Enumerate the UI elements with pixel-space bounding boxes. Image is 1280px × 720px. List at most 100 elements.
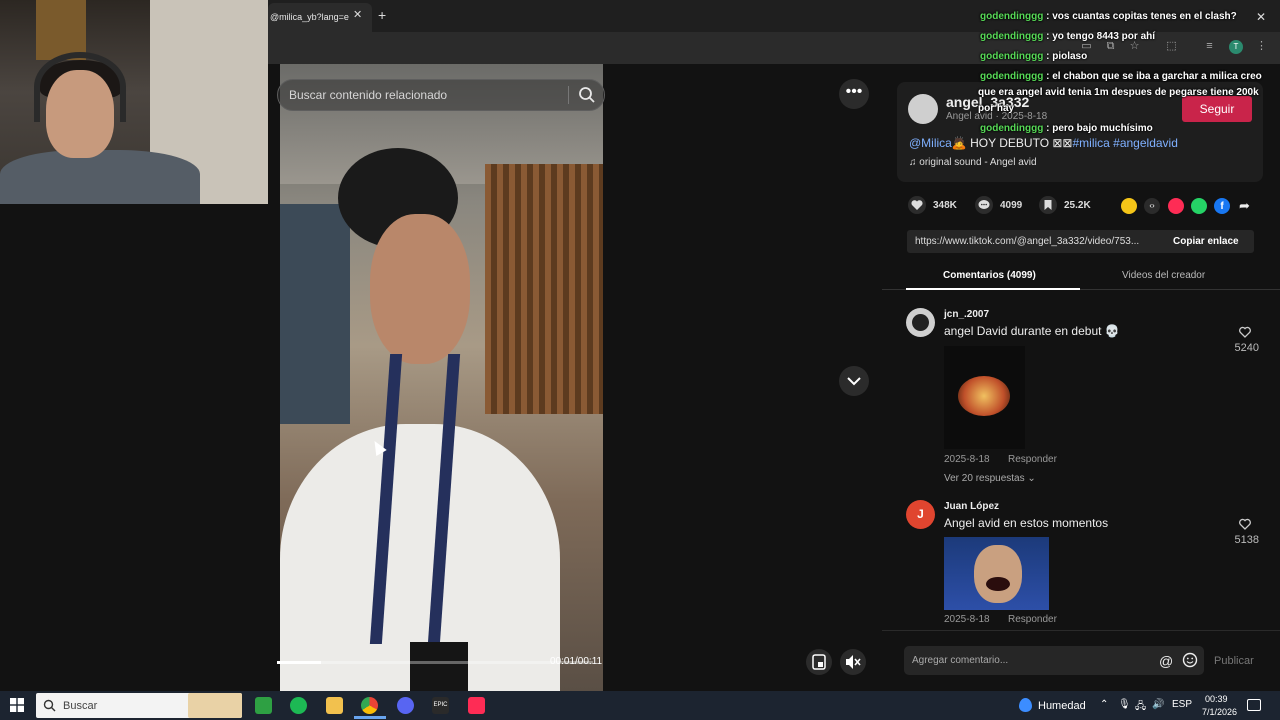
- video-caption: @Milica🙇 HOY DEBUTO ⊠⊠#milica #angeldavi…: [909, 136, 1178, 150]
- comment-like-icon[interactable]: [1238, 325, 1252, 339]
- video-progress-fill: [277, 661, 322, 664]
- save-count: 25.2K: [1064, 200, 1091, 211]
- more-options-button[interactable]: •••: [839, 79, 869, 109]
- search-icon[interactable]: [578, 86, 596, 104]
- comment-icon[interactable]: [975, 196, 993, 214]
- mute-button[interactable]: [840, 649, 866, 675]
- whatsapp-icon[interactable]: [1191, 198, 1207, 214]
- chat-message: godendinggg : el chabon que se iba a gar…: [980, 71, 1262, 82]
- epic-games-icon[interactable]: EPIC: [432, 697, 449, 714]
- publish-button[interactable]: Publicar: [1214, 655, 1254, 667]
- microphone-icon[interactable]: 🎙: [1118, 699, 1131, 710]
- comment-like-count: 5240: [1234, 342, 1259, 354]
- weather-label[interactable]: Humedad: [1038, 700, 1086, 712]
- webcam-overlay: [0, 0, 268, 204]
- video-progress-track[interactable]: [277, 661, 593, 664]
- embed-code-icon[interactable]: ‹›: [1144, 198, 1160, 214]
- browser-menu-icon[interactable]: ⋮: [1255, 40, 1268, 53]
- clock-date[interactable]: 7/1/2026: [1202, 707, 1237, 717]
- like-icon[interactable]: [908, 196, 926, 214]
- active-tab-indicator: [906, 288, 1080, 290]
- tab-close-icon[interactable]: ✕: [353, 8, 362, 21]
- chat-message: godendinggg : piolaso: [980, 51, 1087, 62]
- comment-count: 4099: [1000, 200, 1023, 211]
- next-video-button[interactable]: [839, 366, 869, 396]
- commenter-avatar[interactable]: J: [906, 500, 935, 529]
- copy-link-button[interactable]: Copiar enlace: [1173, 236, 1239, 247]
- chat-close-icon[interactable]: ✕: [1256, 10, 1266, 24]
- share-arrow-icon[interactable]: ➦: [1239, 198, 1250, 214]
- comment-text: angel David durante en debut 💀: [944, 324, 1120, 338]
- comment-like-icon[interactable]: [1238, 517, 1252, 531]
- tiktok-icon[interactable]: [468, 697, 485, 714]
- comment-sticker-image: [944, 346, 1025, 449]
- media-control-icon[interactable]: ≡: [1203, 40, 1216, 53]
- clock-time[interactable]: 00:39: [1205, 694, 1228, 704]
- commenter-avatar[interactable]: [906, 308, 935, 337]
- sound-link[interactable]: ♫ original sound - Angel avid: [909, 157, 1037, 168]
- active-app-indicator: [354, 716, 386, 719]
- comment-date: 2025-8-18: [944, 454, 990, 465]
- chat-message-continuation: por hay: [978, 103, 1015, 114]
- app-icon-green[interactable]: [255, 697, 272, 714]
- reply-button[interactable]: Responder: [1008, 454, 1057, 465]
- profile-avatar[interactable]: T: [1229, 40, 1243, 54]
- discord-icon[interactable]: [397, 697, 414, 714]
- chat-message: godendinggg : yo tengo 8443 por ahí: [980, 31, 1155, 42]
- picture-in-picture-button[interactable]: [806, 649, 832, 675]
- tray-overflow-icon[interactable]: ⌃: [1100, 699, 1108, 710]
- chat-text: : pero bajo muchísimo: [1046, 123, 1153, 134]
- comment-username[interactable]: Juan López: [944, 501, 999, 512]
- mention-icon[interactable]: @: [1159, 653, 1173, 669]
- chat-message-continuation: que era angel avid tenia 1m despues de p…: [978, 87, 1259, 98]
- see-replies-button[interactable]: Ver 20 respuestas ⌄: [944, 473, 1036, 484]
- comment-text: Angel avid en estos momentos: [944, 516, 1109, 530]
- chat-message: godendinggg : vos cuantas copitas tenes …: [980, 11, 1237, 22]
- facebook-icon[interactable]: f: [1214, 198, 1230, 214]
- video-player[interactable]: [280, 64, 603, 691]
- comment-username[interactable]: jcn_.2007: [944, 309, 989, 320]
- caption-mention[interactable]: @Milica🙇: [909, 136, 967, 150]
- language-indicator[interactable]: ESP: [1172, 699, 1192, 710]
- windows-start-icon[interactable]: [10, 698, 24, 712]
- chat-text: : el chabon que se iba a garchar a milic…: [1046, 71, 1262, 82]
- reply-button[interactable]: Responder: [1008, 614, 1057, 625]
- chat-text: : yo tengo 8443 por ahí: [1046, 31, 1156, 42]
- caption-hashtags[interactable]: #milica #angeldavid: [1072, 136, 1177, 150]
- caption-text: HOY DEBUTO: [966, 136, 1053, 150]
- search-divider: [568, 86, 569, 104]
- network-icon[interactable]: 🖧: [1135, 699, 1146, 716]
- notification-center-icon[interactable]: [1247, 699, 1261, 711]
- bookmark-icon[interactable]: [1039, 196, 1057, 214]
- chrome-icon[interactable]: [361, 697, 378, 714]
- new-tab-button[interactable]: +: [378, 7, 386, 23]
- tab-comments[interactable]: Comentarios (4099): [943, 270, 1036, 281]
- tab-creator-videos[interactable]: Videos del creador: [1122, 270, 1205, 281]
- volume-icon[interactable]: 🔊: [1152, 699, 1164, 710]
- author-avatar[interactable]: [908, 94, 938, 124]
- comment-like-count: 5138: [1234, 534, 1259, 546]
- chat-username: godendinggg: [980, 123, 1044, 134]
- video-time: 00:01/00:11: [550, 656, 603, 667]
- humidity-icon[interactable]: [1019, 698, 1032, 712]
- chat-text: : vos cuantas copitas tenes en el clash?: [1046, 11, 1237, 22]
- chat-username: godendinggg: [980, 11, 1044, 22]
- tab-title: @milica_yb?lang=e: [270, 12, 349, 22]
- chat-username: godendinggg: [980, 71, 1044, 82]
- comment-input-placeholder: Agregar comentario...: [912, 655, 1009, 666]
- emoji-icon[interactable]: [1182, 652, 1198, 668]
- extensions-icon[interactable]: ⬚: [1165, 40, 1178, 53]
- video-link-url[interactable]: https://www.tiktok.com/@angel_3a332/vide…: [915, 236, 1160, 247]
- chat-message: godendinggg : pero bajo muchísimo: [980, 123, 1153, 134]
- search-highlight-image: [188, 693, 242, 718]
- taskbar-search-icon: [43, 699, 56, 712]
- follow-button[interactable]: Seguir: [1182, 96, 1252, 122]
- chat-username: godendinggg: [980, 51, 1044, 62]
- spotify-icon[interactable]: [290, 697, 307, 714]
- file-explorer-icon[interactable]: [326, 697, 343, 714]
- share-repost-icon[interactable]: [1121, 198, 1137, 214]
- chat-text: : piolaso: [1046, 51, 1088, 62]
- comment-date: 2025-8-18: [944, 614, 990, 625]
- chat-username: godendinggg: [980, 31, 1044, 42]
- send-to-friends-icon[interactable]: [1168, 198, 1184, 214]
